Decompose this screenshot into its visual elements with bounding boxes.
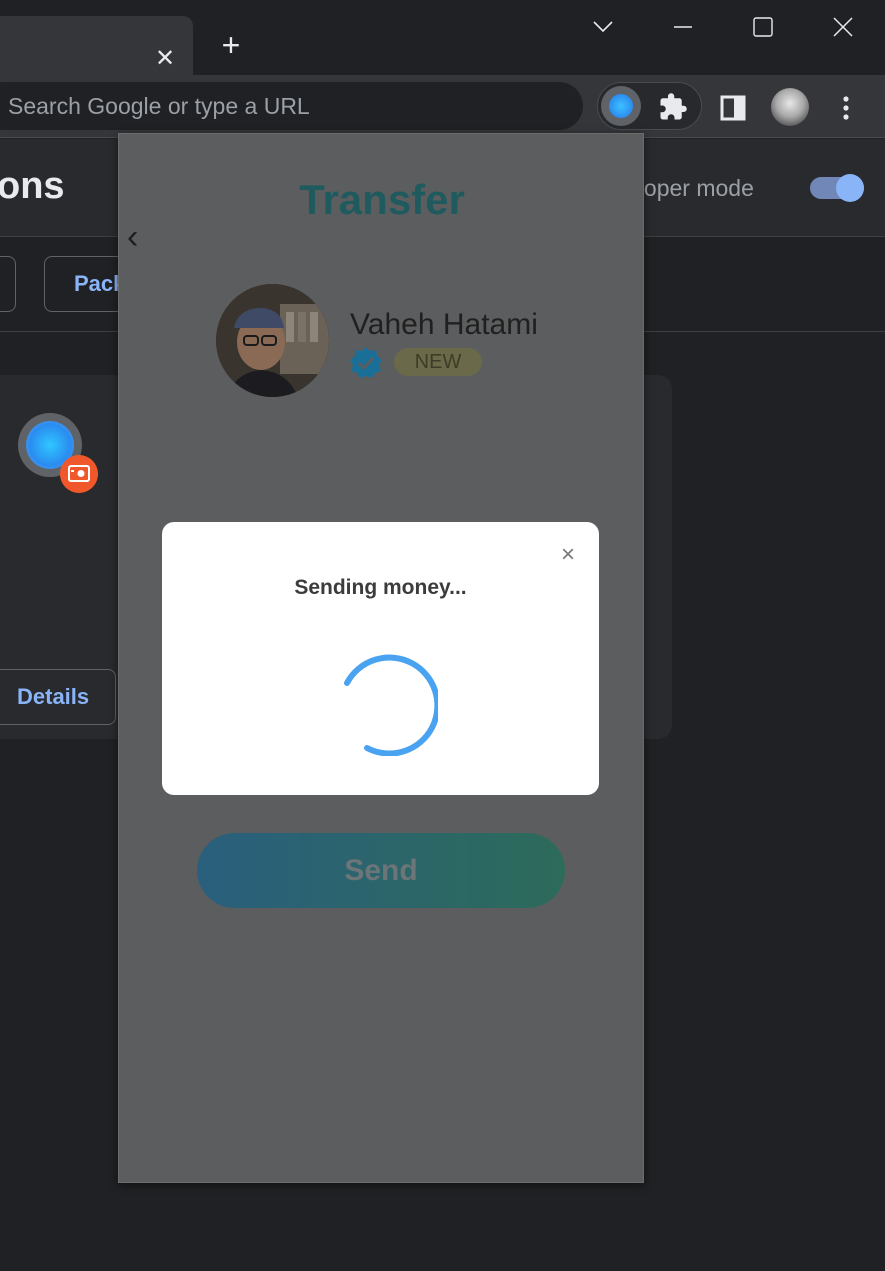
omnibox[interactable]: Search Google or type a URL [0,82,583,130]
record-icon [60,455,98,493]
close-icon[interactable] [828,12,858,42]
back-button[interactable]: ‹ [127,220,151,254]
menu-dots-icon[interactable] [832,93,860,123]
sending-modal: × Sending money... [162,522,599,795]
popup-title: Transfer [299,176,465,223]
send-button[interactable]: Send [197,833,565,908]
tab-close-icon[interactable]: ✕ [152,46,178,72]
modal-message: Sending money... [294,576,467,599]
tab-search-icon[interactable] [588,12,618,42]
load-unpacked-button[interactable] [0,256,16,312]
side-panel-icon[interactable] [718,93,748,123]
maximize-icon[interactable] [748,12,778,42]
browser-toolbar: Search Google or type a URL [0,75,885,138]
extensions-pill [597,82,702,130]
details-button[interactable]: Details [0,669,116,725]
new-badge: NEW [394,348,482,376]
page-title: ons [0,165,65,207]
developer-mode-toggle[interactable] [810,174,864,202]
loading-spinner-icon [344,654,438,756]
modal-close-icon[interactable]: × [555,542,581,568]
profile-avatar[interactable] [771,88,809,126]
omnibox-placeholder: Search Google or type a URL [8,93,310,119]
new-tab-button[interactable]: + [216,29,246,61]
browser-title-bar: ✕ + [0,0,885,75]
active-extension-icon[interactable] [601,86,641,126]
developer-mode-label: eloper mode [626,175,754,201]
browser-tab[interactable]: ✕ [0,16,193,75]
contact-avatar [216,284,329,397]
verified-icon [350,347,382,378]
minimize-icon[interactable] [668,12,698,42]
contact-name: Vaheh Hatami [350,308,538,341]
extensions-puzzle-icon[interactable] [658,92,688,122]
